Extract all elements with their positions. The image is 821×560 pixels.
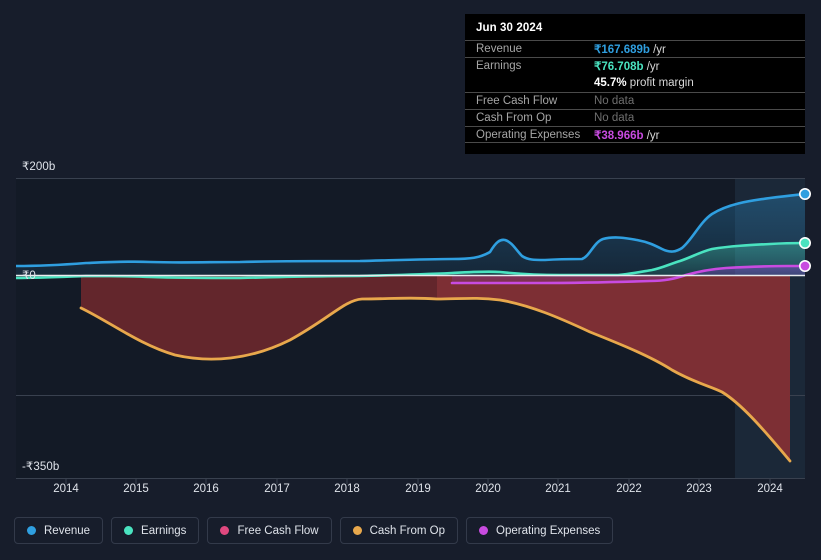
y-axis-label-top: ₹200b	[22, 161, 56, 173]
x-axis-tick-2019: 2019	[405, 483, 431, 495]
y-axis-label-bottom: -₹350b	[22, 461, 60, 473]
legend-item-operating-expenses[interactable]: Operating Expenses	[466, 517, 614, 544]
x-axis-tick-2016: 2016	[193, 483, 219, 495]
tooltip-row: Earnings ₹76.708b /yr	[465, 57, 805, 74]
tooltip-row-value: No data	[594, 111, 635, 124]
revenue-endpoint-marker	[798, 188, 811, 201]
legend-color-dot-icon	[124, 526, 134, 535]
x-axis-tick-2017: 2017	[264, 483, 290, 495]
legend-item-label: Cash From Op	[369, 524, 446, 537]
x-axis: 2014 2015 2016 2017 2018 2019 2020 2021 2022 2023…	[0, 483, 821, 505]
tooltip-row-value: ₹38.966b /yr	[594, 129, 660, 142]
tooltip-date: Jun 30 2024	[476, 22, 543, 34]
tooltip-row-label: Cash From Op	[476, 111, 552, 124]
tooltip-rows: Revenue ₹167.689b /yr Earnings ₹76.708b /yr…	[465, 40, 805, 144]
legend-item-label: Revenue	[44, 524, 91, 537]
legend-color-dot-icon	[27, 526, 36, 535]
tooltip-row-label: Revenue	[476, 43, 523, 56]
x-axis-tick-2015: 2015	[123, 483, 149, 495]
legend-item-cash-from-op[interactable]: Cash From Op	[339, 517, 459, 544]
legend-item-free-cash-flow[interactable]: Free Cash Flow	[207, 517, 332, 544]
tooltip-row-value: ₹76.708b /yr	[594, 61, 660, 74]
legend-item-label: Free Cash Flow	[237, 524, 319, 537]
tooltip-row-value: ₹167.689b /yr	[594, 44, 666, 57]
x-axis-tick-2022: 2022	[616, 483, 642, 495]
chart-legend: Revenue Earnings Free Cash Flow Cash From O…	[14, 517, 614, 544]
legend-item-label: Operating Expenses	[496, 524, 601, 537]
legend-color-dot-icon	[479, 526, 489, 535]
legend-item-earnings[interactable]: Earnings	[111, 517, 200, 544]
tooltip-profit-margin-value: 45.7% profit margin	[594, 76, 694, 89]
x-axis-tick-2020: 2020	[475, 483, 501, 495]
tooltip-row-label: Free Cash Flow	[476, 94, 558, 107]
x-axis-tick-2018: 2018	[334, 483, 360, 495]
tooltip-row: Revenue ₹167.689b /yr	[465, 40, 805, 57]
chart-page: ₹200b ₹0 -₹350b 2014 2015 2016 2017 2018 2019…	[0, 0, 821, 560]
legend-item-revenue[interactable]: Revenue	[14, 517, 104, 544]
x-axis-tick-2023: 2023	[686, 483, 712, 495]
tooltip-row-label: Operating Expenses	[476, 128, 581, 141]
y-axis-label-zero: ₹0	[22, 270, 36, 282]
earnings-endpoint-marker	[798, 237, 811, 250]
tooltip-row: Cash From Op No data	[465, 108, 805, 126]
x-axis-tick-2024: 2024	[757, 483, 783, 495]
tooltip-row: Free Cash Flow No data	[465, 91, 805, 109]
tooltip-row-label: Earnings	[476, 60, 522, 73]
x-axis-tick-2014: 2014	[53, 483, 79, 495]
tooltip-profit-margin-row: 45.7% profit margin	[465, 74, 805, 91]
tooltip-row-value: No data	[594, 94, 635, 107]
tooltip-row: Operating Expenses ₹38.966b /yr	[465, 125, 805, 144]
legend-item-label: Earnings	[141, 524, 187, 537]
chart-tooltip: Jun 30 2024 Revenue ₹167.689b /yr Earnings…	[465, 14, 805, 154]
legend-color-dot-icon	[352, 526, 362, 535]
opex-endpoint-marker	[798, 259, 811, 272]
x-axis-tick-2021: 2021	[545, 483, 571, 495]
legend-color-dot-icon	[220, 526, 230, 535]
